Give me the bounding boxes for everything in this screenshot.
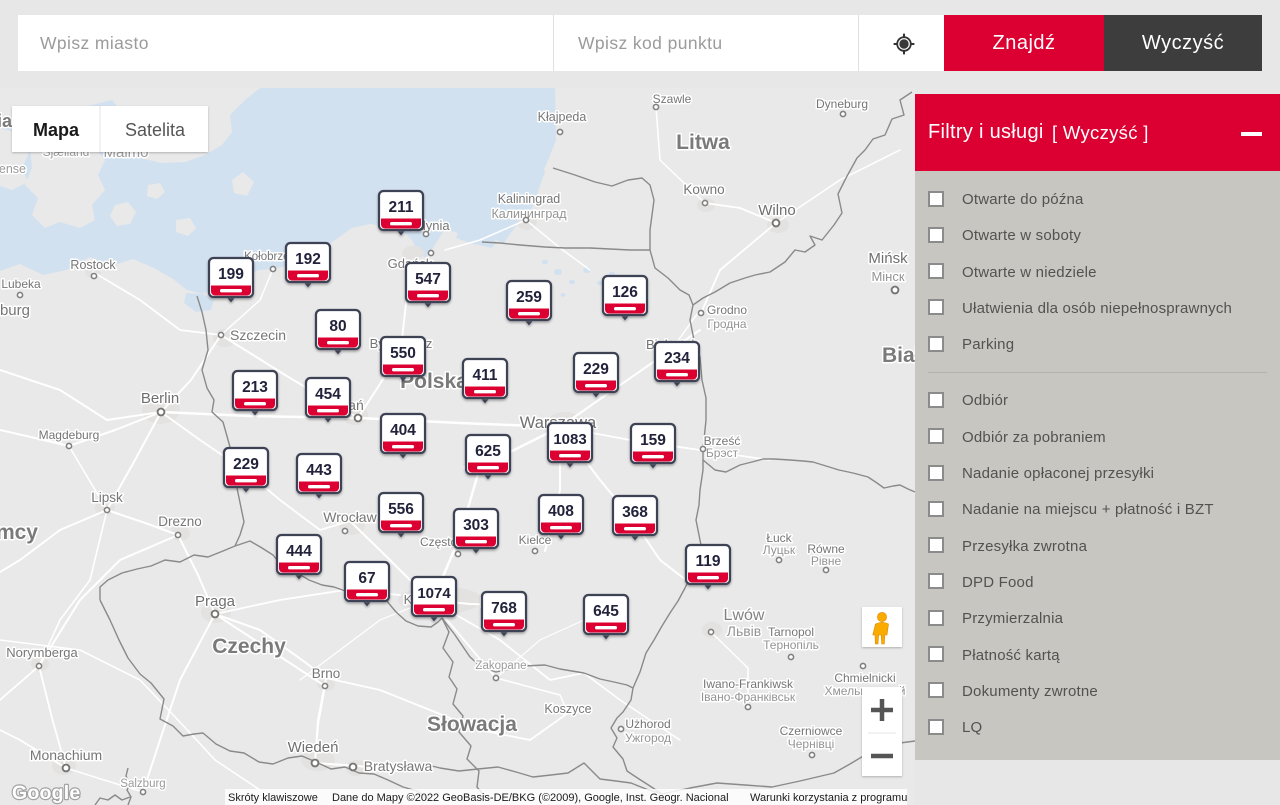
svg-text:Chmielnicki: Chmielnicki <box>834 671 895 685</box>
svg-text:1074: 1074 <box>417 585 451 602</box>
svg-text:Мінск: Мінск <box>871 269 904 284</box>
svg-text:Szawle: Szawle <box>653 92 692 106</box>
svg-text:Kaliningrad: Kaliningrad <box>498 192 561 206</box>
svg-text:Google: Google <box>12 782 80 804</box>
svg-text:211: 211 <box>388 199 413 216</box>
svg-text:547: 547 <box>415 271 441 288</box>
svg-text:Salzburg: Salzburg <box>120 778 165 790</box>
svg-text:Drezno: Drezno <box>158 514 202 529</box>
svg-text:Niemcy: Niemcy <box>0 521 38 544</box>
svg-text:229: 229 <box>583 361 609 378</box>
svg-text:411: 411 <box>472 367 497 384</box>
svg-text:Satelita: Satelita <box>125 120 186 140</box>
svg-text:Івано-Франківськ: Івано-Франківськ <box>701 690 796 704</box>
svg-text:303: 303 <box>463 517 489 534</box>
svg-text:80: 80 <box>329 318 346 335</box>
svg-text:Rostock: Rostock <box>70 258 116 272</box>
svg-text:Dyneburg: Dyneburg <box>816 97 868 111</box>
svg-text:Чернівці: Чернівці <box>788 737 835 751</box>
svg-text:Użhorod: Użhorod <box>625 717 670 731</box>
svg-text:Bratysława: Bratysława <box>364 758 433 774</box>
svg-text:625: 625 <box>475 443 501 460</box>
svg-text:550: 550 <box>390 345 416 362</box>
svg-text:Калининград: Калининград <box>491 207 567 221</box>
svg-text:Hamburg: Hamburg <box>0 302 30 319</box>
svg-text:Praga: Praga <box>195 593 236 610</box>
svg-text:Lwów: Lwów <box>724 607 765 624</box>
svg-text:Ужгород: Ужгород <box>625 731 671 745</box>
svg-text:Odense: Odense <box>0 162 26 176</box>
svg-text:Lipsk: Lipsk <box>91 490 123 505</box>
svg-text:159: 159 <box>640 432 666 449</box>
svg-text:259: 259 <box>516 289 542 306</box>
svg-text:67: 67 <box>358 570 375 587</box>
svg-text:368: 368 <box>622 504 648 521</box>
svg-text:Iwano-Frankiwsk: Iwano-Frankiwsk <box>703 677 794 691</box>
svg-text:Lubeka: Lubeka <box>1 277 41 291</box>
svg-text:Białoruś: Białoruś <box>882 344 915 367</box>
svg-text:Kowno: Kowno <box>683 182 724 197</box>
svg-text:Wilno: Wilno <box>758 202 796 219</box>
svg-text:Kłajpeda: Kłajpeda <box>538 110 587 124</box>
svg-text:645: 645 <box>593 603 619 620</box>
svg-text:229: 229 <box>233 456 259 473</box>
svg-text:444: 444 <box>286 543 312 560</box>
svg-text:Szczecin: Szczecin <box>230 327 286 343</box>
svg-text:Brno: Brno <box>312 666 341 681</box>
svg-text:126: 126 <box>612 284 638 301</box>
svg-text:408: 408 <box>548 503 574 520</box>
svg-text:Гродна: Гродна <box>707 317 747 331</box>
svg-text:Czechy: Czechy <box>212 635 286 658</box>
svg-text:Litwa: Litwa <box>676 131 730 154</box>
svg-text:Рівне: Рівне <box>811 554 842 568</box>
svg-text:Magdeburg: Magdeburg <box>39 428 100 442</box>
svg-text:Брэст: Брэст <box>706 446 739 460</box>
svg-text:556: 556 <box>388 501 414 518</box>
svg-text:454: 454 <box>315 386 341 403</box>
svg-text:192: 192 <box>295 251 321 268</box>
svg-text:199: 199 <box>218 266 244 283</box>
svg-text:404: 404 <box>390 422 416 439</box>
svg-text:Луцьк: Луцьк <box>763 543 796 557</box>
svg-text:Warunki korzystania z programu: Warunki korzystania z programu <box>750 792 907 804</box>
svg-text:Norymberga: Norymberga <box>6 645 78 660</box>
svg-text:Mapa: Mapa <box>33 120 80 140</box>
svg-text:Tarnopol: Tarnopol <box>768 625 814 639</box>
svg-text:Dania: Dania <box>0 111 13 131</box>
svg-text:Berlin: Berlin <box>141 390 179 407</box>
svg-text:Skróty klawiszowe: Skróty klawiszowe <box>228 792 318 804</box>
svg-text:213: 213 <box>242 379 268 396</box>
svg-text:Czerniowce: Czerniowce <box>780 724 843 738</box>
svg-text:Dane do Mapy ©2022 GeoBasis-DE: Dane do Mapy ©2022 GeoBasis-DE/BKG (©200… <box>332 792 729 804</box>
svg-text:Koszyce: Koszyce <box>544 702 591 716</box>
svg-text:443: 443 <box>306 462 332 479</box>
svg-text:Львів: Львів <box>727 623 761 639</box>
svg-text:1083: 1083 <box>553 431 586 448</box>
svg-text:Słowacja: Słowacja <box>427 713 517 736</box>
svg-text:Wiedeń: Wiedeń <box>288 739 339 756</box>
svg-text:Mińsk: Mińsk <box>868 250 908 267</box>
svg-text:Тернопіль: Тернопіль <box>763 638 819 652</box>
svg-text:119: 119 <box>695 553 720 570</box>
svg-text:Grodno: Grodno <box>707 303 747 317</box>
svg-text:234: 234 <box>664 350 690 367</box>
svg-text:768: 768 <box>491 600 517 617</box>
svg-text:Zakopane: Zakopane <box>475 660 526 672</box>
svg-text:Wrocław: Wrocław <box>323 509 377 525</box>
svg-text:Monachium: Monachium <box>30 747 102 763</box>
